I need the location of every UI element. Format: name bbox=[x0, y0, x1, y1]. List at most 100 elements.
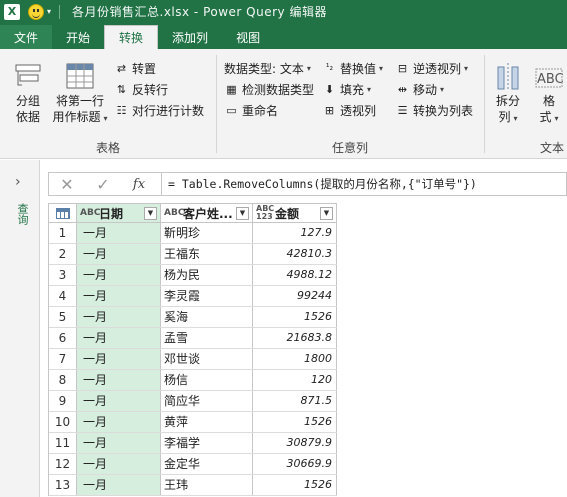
row-number[interactable]: 11 bbox=[49, 433, 77, 453]
transpose-button[interactable]: ⇄ 转置 bbox=[114, 59, 156, 77]
queries-label[interactable]: 查询 bbox=[14, 203, 30, 225]
cell-date[interactable]: 一月 bbox=[77, 454, 161, 474]
cell-amount[interactable]: 120 bbox=[253, 370, 337, 390]
cell-amount[interactable]: 42810.3 bbox=[253, 244, 337, 264]
smiley-icon[interactable] bbox=[28, 3, 44, 20]
cancel-icon[interactable]: ✕ bbox=[49, 175, 85, 194]
fx-icon[interactable]: fx bbox=[121, 177, 157, 192]
table-row[interactable]: 4 一月 李灵霞 99244 bbox=[49, 286, 337, 307]
filter-dropdown-icon[interactable]: ▼ bbox=[144, 206, 157, 220]
cell-customer[interactable]: 孟雪 bbox=[161, 328, 253, 348]
row-number[interactable]: 12 bbox=[49, 454, 77, 474]
filter-dropdown-icon[interactable]: ▼ bbox=[236, 206, 249, 220]
row-number[interactable]: 7 bbox=[49, 349, 77, 369]
quick-access-dropdown-icon[interactable]: ▾ bbox=[47, 7, 51, 16]
cell-amount[interactable]: 1800 bbox=[253, 349, 337, 369]
text-type-icon[interactable]: ABC bbox=[77, 209, 100, 218]
row-number[interactable]: 13 bbox=[49, 475, 77, 495]
replace-values-button[interactable]: ¹₂ 替换值 ▾ bbox=[322, 59, 383, 77]
cell-amount[interactable]: 21683.8 bbox=[253, 328, 337, 348]
use-first-row-button[interactable]: 将第一行 用作标题 ▾ bbox=[52, 61, 108, 127]
table-row[interactable]: 7 一月 邓世谈 1800 bbox=[49, 349, 337, 370]
cell-customer[interactable]: 王福东 bbox=[161, 244, 253, 264]
cell-customer[interactable]: 靳明珍 bbox=[161, 223, 253, 243]
cell-amount[interactable]: 99244 bbox=[253, 286, 337, 306]
table-row[interactable]: 3 一月 杨为民 4988.12 bbox=[49, 265, 337, 286]
row-number[interactable]: 3 bbox=[49, 265, 77, 285]
cell-amount[interactable]: 1526 bbox=[253, 475, 337, 495]
unpivot-columns-button[interactable]: ⊟ 逆透视列 ▾ bbox=[395, 59, 468, 77]
confirm-icon[interactable]: ✓ bbox=[85, 175, 121, 194]
row-number[interactable]: 4 bbox=[49, 286, 77, 306]
cell-customer[interactable]: 简应华 bbox=[161, 391, 253, 411]
format-button[interactable]: ABC 格 式 ▾ bbox=[532, 61, 566, 127]
cell-amount[interactable]: 30669.9 bbox=[253, 454, 337, 474]
column-header-customer[interactable]: ABC 客户姓... ▼ bbox=[161, 204, 253, 222]
table-row[interactable]: 13 一月 王玮 1526 bbox=[49, 475, 337, 496]
cell-date[interactable]: 一月 bbox=[77, 286, 161, 306]
reverse-rows-button[interactable]: ⇅ 反转行 bbox=[114, 80, 168, 98]
split-column-button[interactable]: 拆分 列 ▾ bbox=[490, 61, 526, 127]
cell-customer[interactable]: 王玮 bbox=[161, 475, 253, 495]
cell-date[interactable]: 一月 bbox=[77, 265, 161, 285]
table-row[interactable]: 2 一月 王福东 42810.3 bbox=[49, 244, 337, 265]
table-menu-button[interactable] bbox=[49, 204, 77, 222]
table-row[interactable]: 5 一月 奚海 1526 bbox=[49, 307, 337, 328]
cell-amount[interactable]: 871.5 bbox=[253, 391, 337, 411]
cell-date[interactable]: 一月 bbox=[77, 475, 161, 495]
cell-customer[interactable]: 邓世谈 bbox=[161, 349, 253, 369]
cell-date[interactable]: 一月 bbox=[77, 244, 161, 264]
tab-transform[interactable]: 转换 bbox=[104, 25, 159, 49]
tab-home[interactable]: 开始 bbox=[52, 25, 104, 49]
column-header-date[interactable]: ABC 日期 ▼ bbox=[77, 204, 161, 222]
cell-date[interactable]: 一月 bbox=[77, 349, 161, 369]
rename-button[interactable]: ▭ 重命名 bbox=[224, 101, 278, 119]
column-header-amount[interactable]: ABC 123 金额 ▼ bbox=[253, 204, 337, 222]
detect-data-type-button[interactable]: ▦ 检测数据类型 bbox=[224, 80, 314, 98]
tab-add-column[interactable]: 添加列 bbox=[158, 25, 222, 49]
row-number[interactable]: 2 bbox=[49, 244, 77, 264]
table-row[interactable]: 6 一月 孟雪 21683.8 bbox=[49, 328, 337, 349]
cell-amount[interactable]: 1526 bbox=[253, 307, 337, 327]
table-row[interactable]: 12 一月 金定华 30669.9 bbox=[49, 454, 337, 475]
any-type-icon[interactable]: ABC 123 bbox=[253, 205, 275, 221]
group-by-button[interactable]: 分组 依据 bbox=[8, 61, 48, 125]
cell-customer[interactable]: 黄萍 bbox=[161, 412, 253, 432]
cell-date[interactable]: 一月 bbox=[77, 433, 161, 453]
count-rows-button[interactable]: ☷ 对行进行计数 bbox=[114, 101, 204, 119]
expand-chevron-icon[interactable]: › bbox=[15, 174, 21, 190]
cell-customer[interactable]: 李福学 bbox=[161, 433, 253, 453]
cell-customer[interactable]: 金定华 bbox=[161, 454, 253, 474]
convert-to-list-button[interactable]: ☰ 转换为列表 bbox=[395, 101, 473, 119]
cell-date[interactable]: 一月 bbox=[77, 391, 161, 411]
row-number[interactable]: 1 bbox=[49, 223, 77, 243]
cell-date[interactable]: 一月 bbox=[77, 307, 161, 327]
data-type-dropdown[interactable]: 数据类型: 文本 ▾ bbox=[224, 59, 311, 77]
cell-date[interactable]: 一月 bbox=[77, 412, 161, 432]
row-number[interactable]: 10 bbox=[49, 412, 77, 432]
cell-customer[interactable]: 杨为民 bbox=[161, 265, 253, 285]
table-row[interactable]: 9 一月 简应华 871.5 bbox=[49, 391, 337, 412]
tab-view[interactable]: 视图 bbox=[222, 25, 274, 49]
row-number[interactable]: 9 bbox=[49, 391, 77, 411]
cell-amount[interactable]: 30879.9 bbox=[253, 433, 337, 453]
fill-button[interactable]: ⬇ 填充 ▾ bbox=[322, 80, 371, 98]
filter-dropdown-icon[interactable]: ▼ bbox=[320, 206, 333, 220]
row-number[interactable]: 5 bbox=[49, 307, 77, 327]
cell-date[interactable]: 一月 bbox=[77, 328, 161, 348]
pivot-column-button[interactable]: ⊞ 透视列 bbox=[322, 101, 376, 119]
formula-input[interactable]: = Table.RemoveColumns(提取的月份名称,{"订单号"}) bbox=[168, 176, 477, 192]
cell-amount[interactable]: 4988.12 bbox=[253, 265, 337, 285]
text-type-icon[interactable]: ABC bbox=[161, 209, 184, 218]
cell-date[interactable]: 一月 bbox=[77, 223, 161, 243]
cell-customer[interactable]: 奚海 bbox=[161, 307, 253, 327]
cell-date[interactable]: 一月 bbox=[77, 370, 161, 390]
cell-amount[interactable]: 1526 bbox=[253, 412, 337, 432]
table-row[interactable]: 1 一月 靳明珍 127.9 bbox=[49, 223, 337, 244]
table-row[interactable]: 8 一月 杨信 120 bbox=[49, 370, 337, 391]
move-button[interactable]: ⇹ 移动 ▾ bbox=[395, 80, 444, 98]
table-row[interactable]: 11 一月 李福学 30879.9 bbox=[49, 433, 337, 454]
tab-file[interactable]: 文件 bbox=[0, 25, 53, 49]
cell-customer[interactable]: 杨信 bbox=[161, 370, 253, 390]
cell-customer[interactable]: 李灵霞 bbox=[161, 286, 253, 306]
